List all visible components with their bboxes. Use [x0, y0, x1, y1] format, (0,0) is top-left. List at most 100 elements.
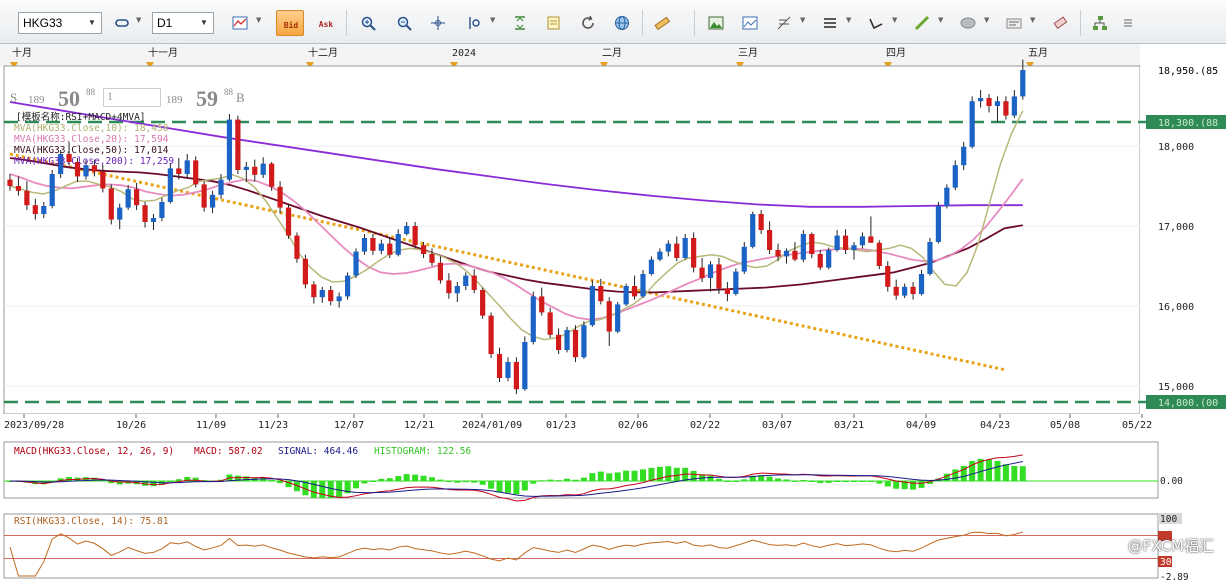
candle-body	[167, 168, 173, 202]
fibonacci-icon	[777, 16, 791, 30]
price-chart[interactable]: 十月 十一月 十二月 2024 二月 三月 四月 五月 18,000 17,000 16,000 1…	[0, 44, 1226, 582]
rsi-panel[interactable]	[3, 513, 1159, 579]
macd-histogram-bar	[513, 481, 520, 495]
chevron-down-icon[interactable]: ▼	[136, 16, 144, 24]
text-button[interactable]	[1000, 10, 1028, 36]
macd-histogram-bar	[471, 481, 478, 483]
text-icon	[1006, 18, 1022, 29]
date-label: 04/23	[980, 420, 1010, 431]
refresh-button[interactable]	[574, 10, 602, 36]
trend-button[interactable]	[862, 10, 890, 36]
sell-prefix[interactable]: 189	[28, 94, 45, 106]
candle-body	[547, 312, 553, 335]
ask-label: Ask	[319, 20, 334, 29]
macd-histogram-bar	[1019, 466, 1026, 481]
watermark: @FXCM福汇	[1127, 537, 1214, 555]
zoom-out-button[interactable]	[390, 10, 418, 36]
one-click-trade-panel[interactable]: S 189 50 88 1 189 59 88 B	[8, 86, 245, 112]
notes-button[interactable]	[540, 10, 568, 36]
macd-histogram-bar	[893, 481, 900, 489]
price-tick: 17,000	[1158, 222, 1194, 233]
chevron-down-icon[interactable]: ▼	[490, 16, 498, 24]
chevron-down-icon[interactable]: ▼	[800, 16, 808, 24]
bid-button[interactable]: Bid	[276, 10, 304, 36]
macd-zero-tick: 0.00	[1160, 476, 1183, 487]
menu-button[interactable]	[1114, 10, 1142, 36]
buy-price[interactable]: 59	[196, 86, 218, 112]
chevron-down-icon[interactable]: ▼	[984, 16, 992, 24]
candle-body	[589, 286, 595, 326]
chevron-down-icon[interactable]: ▼	[938, 16, 946, 24]
chevron-down-icon[interactable]: ▼	[256, 16, 264, 24]
chevron-down-icon[interactable]: ▼	[846, 16, 854, 24]
lines-button[interactable]	[816, 10, 844, 36]
refresh-icon	[582, 15, 594, 29]
macd-histogram-bar	[580, 477, 587, 481]
date-label: 05/08	[1050, 420, 1080, 431]
image-button[interactable]	[702, 10, 730, 36]
candle-body	[226, 119, 233, 180]
chart-frame[interactable]: 十月 十一月 十二月 2024 二月 三月 四月 五月 18,000 17,000 16,000 1…	[0, 44, 1226, 582]
link-icon	[115, 19, 129, 27]
buy-prefix[interactable]: 189	[166, 94, 183, 106]
candle-body	[412, 226, 418, 246]
candle-body	[876, 242, 882, 266]
chevron-down-icon[interactable]: ▼	[1030, 16, 1038, 24]
chevron-down-icon[interactable]: ▼	[892, 16, 900, 24]
candle-body	[159, 202, 165, 218]
symbol-select[interactable]: HKG33 ▼	[18, 12, 102, 34]
macd-histogram-bar	[1011, 466, 1018, 481]
candle-body	[201, 184, 207, 208]
candle-body	[969, 101, 975, 147]
globe-button[interactable]	[608, 10, 636, 36]
crosshair-button[interactable]	[424, 10, 452, 36]
link-chart-button[interactable]	[108, 10, 136, 36]
symbol-value: HKG33	[23, 16, 63, 30]
legend-mva200: MVA(HKG33.Close,200): 17,259	[14, 156, 174, 167]
chart-type-button[interactable]	[226, 10, 254, 36]
candle-body	[834, 235, 840, 250]
macd-histogram-bar	[851, 481, 857, 483]
eraser-button[interactable]	[1046, 10, 1074, 36]
sell-pip[interactable]: 88	[86, 87, 95, 97]
tree-button[interactable]	[1086, 10, 1114, 36]
sell-price[interactable]: 50	[58, 86, 80, 112]
macd-histogram-bar	[724, 481, 731, 482]
lot-size-field[interactable]: 1	[103, 88, 161, 107]
candle-body	[724, 288, 730, 294]
month-label: 三月	[738, 47, 758, 59]
macd-histogram-bar	[648, 467, 655, 481]
fibonacci-button[interactable]	[770, 10, 798, 36]
date-label: 11/23	[258, 420, 288, 431]
candle-body	[260, 163, 266, 175]
ruler-button[interactable]	[648, 10, 676, 36]
macd-histogram-bar	[800, 479, 807, 481]
pencil-button[interactable]	[908, 10, 936, 36]
ask-button[interactable]: Ask	[312, 10, 340, 36]
ellipse-button[interactable]	[954, 10, 982, 36]
cursor-info-button[interactable]	[460, 10, 488, 36]
candle-body	[826, 250, 832, 268]
date-label: 2023/09/28	[4, 420, 64, 431]
date-label: 03/21	[834, 420, 864, 431]
rsi-tick-top: 100	[1160, 514, 1177, 525]
template-button[interactable]	[736, 10, 764, 36]
macd-hist-value: HISTOGRAM: 122.56	[374, 446, 472, 457]
zoom-in-button[interactable]	[354, 10, 382, 36]
sell-label[interactable]: S	[10, 90, 17, 106]
rsi-tick-low: -2.89	[1160, 572, 1189, 582]
last-price-tag: 18,950.(85	[1158, 66, 1218, 77]
buy-label[interactable]: B	[236, 90, 245, 106]
candle-body	[572, 330, 579, 358]
timeframe-select[interactable]: D1 ▼	[152, 12, 214, 34]
candle-body	[581, 325, 587, 358]
rsi-tick-mid: 30	[1160, 557, 1172, 568]
fit-vertical-button[interactable]	[506, 10, 534, 36]
macd-histogram-bar	[175, 479, 182, 481]
candle-body	[606, 301, 612, 332]
candle-body	[311, 284, 317, 298]
candle-body	[420, 245, 427, 254]
macd-histogram-bar	[420, 475, 427, 481]
buy-pip[interactable]: 88	[224, 87, 233, 97]
candle-body	[277, 186, 283, 208]
